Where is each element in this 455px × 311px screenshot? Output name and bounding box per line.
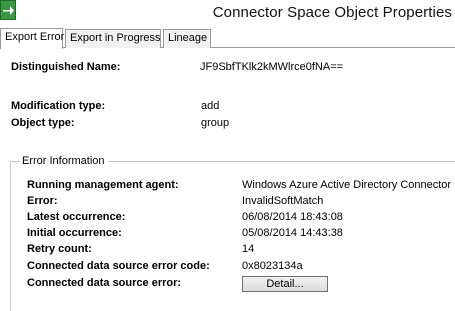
modtype-label: Modification type: [11, 100, 106, 112]
error-label: Error: [27, 195, 58, 207]
retry-count-value: 14 [242, 243, 255, 255]
title-bar: Connector Space Object Properties [0, 0, 455, 28]
tab-lineage[interactable]: Lineage [163, 29, 211, 48]
window-title: Connector Space Object Properties [212, 4, 452, 21]
running-ma-label: Running management agent: [27, 179, 179, 191]
tab-export-in-progress[interactable]: Export in Progress [65, 29, 161, 48]
retry-count-label: Retry count: [27, 243, 92, 255]
initial-occurrence-value: 05/08/2014 14:43:38 [242, 227, 343, 239]
ds-error-label: Connected data source error: [27, 277, 182, 289]
latest-occurrence-value: 06/08/2014 18:43:08 [242, 211, 343, 223]
error-code-value: 0x8023134a [242, 260, 303, 272]
modtype-value: add [201, 100, 220, 112]
tab-content: Distinguished Name: JF9SbfTKlk2kMWlrce0f… [0, 48, 455, 311]
error-value: InvalidSoftMatch [242, 195, 324, 207]
arrow-icon [1, 1, 15, 19]
tab-export-error[interactable]: Export Error [0, 28, 64, 49]
initial-occurrence-label: Initial occurrence: [27, 227, 122, 239]
dn-value: JF9SbfTKlk2kMWlrce0fNA== [200, 61, 344, 73]
app-icon[interactable] [0, 0, 16, 20]
running-ma-value: Windows Azure Active Directory Connector [242, 179, 452, 191]
latest-occurrence-label: Latest occurrence: [27, 211, 126, 223]
detail-button[interactable]: Detail... [242, 276, 328, 292]
objtype-value: group [201, 117, 230, 129]
error-information-title: Error Information [19, 155, 108, 168]
objtype-label: Object type: [11, 117, 75, 129]
error-code-label: Connected data source error code: [27, 260, 210, 272]
dn-label: Distinguished Name: [11, 61, 121, 73]
tab-strip: Export Error Export in Progress Lineage [0, 28, 455, 49]
